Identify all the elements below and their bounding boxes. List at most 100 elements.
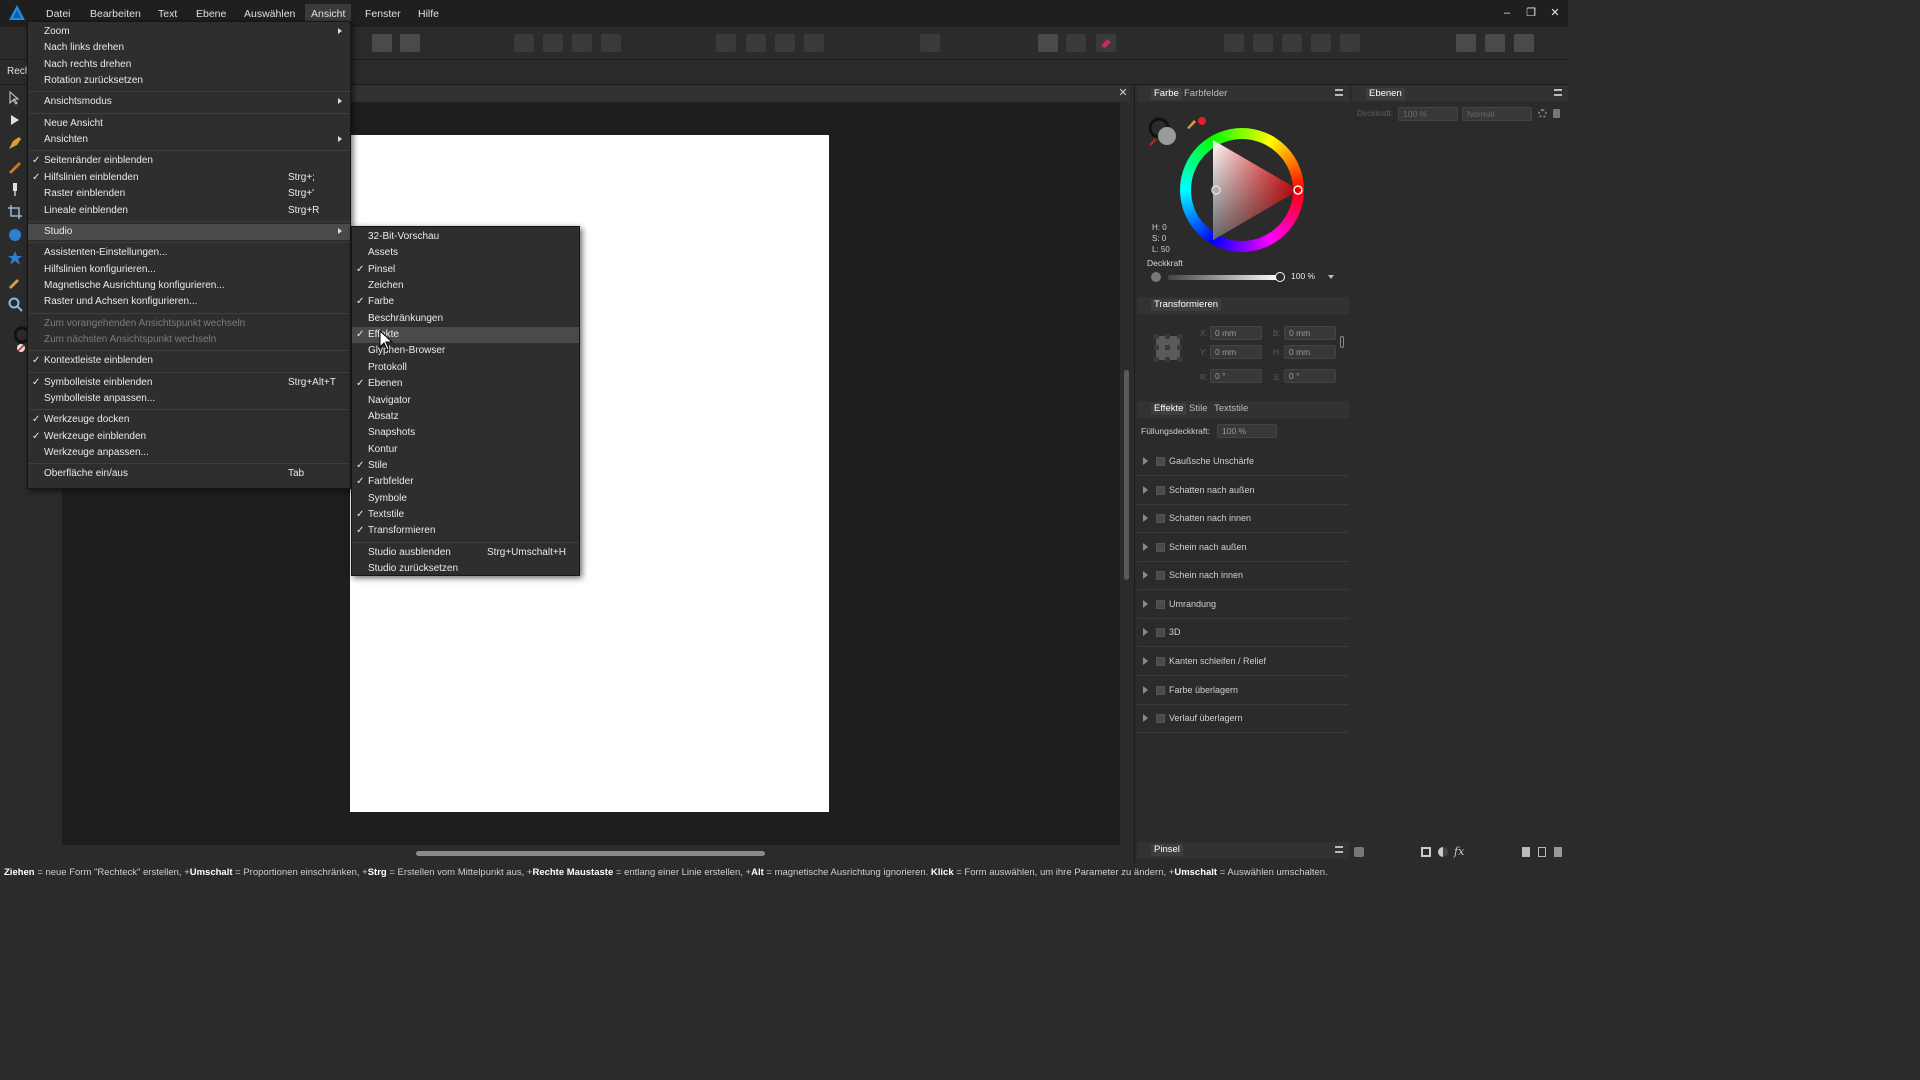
menu-item-zoom[interactable]: Zoom: [28, 24, 350, 40]
toolbar-button[interactable]: [400, 34, 420, 52]
toolbar-button[interactable]: [601, 34, 621, 52]
horizontal-scroll-thumb[interactable]: [416, 851, 765, 856]
x-field[interactable]: 0 mm: [1210, 326, 1262, 340]
studio-item-studio-zuruecksetzen[interactable]: Studio zurücksetzen: [352, 561, 579, 577]
expand-icon[interactable]: [1143, 714, 1148, 722]
expand-icon[interactable]: [1143, 514, 1148, 522]
menu-item-nach-rechts-drehen[interactable]: Nach rechts drehen: [28, 57, 350, 73]
effect-row[interactable]: Umrandung: [1137, 591, 1349, 619]
studio-item-textstile[interactable]: ✓ Textstile: [352, 507, 579, 523]
tab-ebenen[interactable]: Ebenen: [1366, 88, 1405, 100]
menu-bearbeiten[interactable]: Bearbeiten: [84, 7, 147, 21]
zoom-icon[interactable]: [7, 296, 23, 312]
toolbar-button[interactable]: [1340, 34, 1360, 52]
toolbar-button[interactable]: [775, 34, 795, 52]
effect-row[interactable]: Schatten nach innen: [1137, 505, 1349, 533]
expand-icon[interactable]: [1143, 600, 1148, 608]
studio-item-snapshots[interactable]: Snapshots: [352, 425, 579, 441]
magnet-icon[interactable]: [1096, 34, 1116, 52]
studio-item-kontur[interactable]: Kontur: [352, 442, 579, 458]
adjustment-icon[interactable]: [1438, 847, 1448, 857]
gear-icon[interactable]: [1538, 109, 1547, 118]
expand-icon[interactable]: [1143, 657, 1148, 665]
menu-datei[interactable]: Datei: [40, 7, 77, 21]
blend-mode-select[interactable]: Normal: [1462, 107, 1532, 121]
opacity-slider-handle[interactable]: [1275, 272, 1285, 282]
menu-item-studio[interactable]: Studio: [28, 223, 350, 240]
expand-icon[interactable]: [1143, 543, 1148, 551]
trash-icon[interactable]: [1554, 847, 1562, 857]
toolbar-button[interactable]: [1485, 34, 1505, 52]
fx-icon[interactable]: fx: [1454, 845, 1464, 858]
effect-checkbox[interactable]: [1156, 543, 1165, 552]
studio-item-stile[interactable]: ✓ Stile: [352, 458, 579, 474]
eyedropper-icon[interactable]: [7, 273, 23, 289]
tab-stile[interactable]: Stile: [1186, 403, 1210, 415]
effect-checkbox[interactable]: [1156, 657, 1165, 666]
fill-opacity-field[interactable]: 100 %: [1217, 424, 1277, 438]
studio-item-protokoll[interactable]: Protokoll: [352, 360, 579, 376]
studio-item-zeichen[interactable]: Zeichen: [352, 278, 579, 294]
tab-farbfelder[interactable]: Farbfelder: [1181, 88, 1230, 100]
toolbar-button[interactable]: [514, 34, 534, 52]
menu-item-neue-ansicht[interactable]: Neue Ansicht: [28, 116, 350, 132]
tab-transformieren[interactable]: Transformieren: [1151, 299, 1222, 311]
menu-item-ansichtsmodus[interactable]: Ansichtsmodus: [28, 94, 350, 110]
toolbar-button[interactable]: [372, 34, 392, 52]
pencil-icon[interactable]: [7, 158, 23, 174]
effect-row[interactable]: Gaußsche Unschärfe: [1137, 448, 1349, 476]
studio-item-assets[interactable]: Assets: [352, 245, 579, 261]
menu-item-magnetische-ausrichtung-konfigurieren[interactable]: Magnetische Ausrichtung konfigurieren...: [28, 278, 350, 294]
crop-icon[interactable]: [7, 204, 23, 220]
opacity-reset-icon[interactable]: [1151, 272, 1161, 282]
studio-item-studio-ausblenden[interactable]: Studio ausblenden Strg+Umschalt+H: [352, 545, 579, 561]
panel-menu-icon[interactable]: [1335, 89, 1343, 96]
color-picker-icon[interactable]: [1186, 115, 1206, 129]
effect-row[interactable]: 3D: [1137, 619, 1349, 647]
chevron-down-icon[interactable]: [1328, 275, 1334, 279]
menu-item-werkzeuge-einblenden[interactable]: ✓ Werkzeuge einblenden: [28, 429, 350, 445]
menu-item-werkzeuge-docken[interactable]: ✓ Werkzeuge docken: [28, 412, 350, 428]
opacity-slider[interactable]: [1168, 275, 1280, 280]
height-field[interactable]: 0 mm: [1284, 345, 1336, 359]
effect-row[interactable]: Verlauf überlagern: [1137, 705, 1349, 733]
toolbar-button[interactable]: [1456, 34, 1476, 52]
duplicate-layer-icon[interactable]: [1538, 847, 1546, 857]
menu-item-hilfslinien-konfigurieren[interactable]: Hilfslinien konfigurieren...: [28, 262, 350, 278]
studio-item-farbe[interactable]: ✓ Farbe: [352, 294, 579, 310]
menu-item-symbolleiste-einblenden[interactable]: ✓ Symbolleiste einblenden Strg+Alt+T: [28, 375, 350, 391]
toolbar-button[interactable]: [746, 34, 766, 52]
menu-fenster[interactable]: Fenster: [359, 7, 407, 21]
effect-checkbox[interactable]: [1156, 457, 1165, 466]
anchor-point-icon[interactable]: [1152, 332, 1184, 364]
tab-farbe[interactable]: Farbe: [1151, 88, 1182, 100]
menu-item-kontextleiste-einblenden[interactable]: ✓ Kontextleiste einblenden: [28, 353, 350, 369]
add-layer-icon[interactable]: [1522, 847, 1530, 857]
effect-checkbox[interactable]: [1156, 486, 1165, 495]
star-icon[interactable]: [7, 250, 23, 266]
expand-icon[interactable]: [1143, 686, 1148, 694]
tab-effekte[interactable]: Effekte: [1151, 403, 1187, 415]
menu-item-ansichten[interactable]: Ansichten: [28, 132, 350, 148]
effect-checkbox[interactable]: [1156, 571, 1165, 580]
toolbar-button[interactable]: [920, 34, 940, 52]
effect-checkbox[interactable]: [1156, 600, 1165, 609]
effect-row[interactable]: Farbe überlagern: [1137, 677, 1349, 705]
studio-item-farbfelder[interactable]: ✓ Farbfelder: [352, 474, 579, 490]
toolbar-button[interactable]: [1253, 34, 1273, 52]
minimize-icon[interactable]: –: [1500, 6, 1514, 20]
expand-icon[interactable]: [1143, 457, 1148, 465]
tab-textstile[interactable]: Textstile: [1211, 403, 1251, 415]
effect-row[interactable]: Schein nach außen: [1137, 534, 1349, 562]
menu-item-assistenten-einstellungen[interactable]: Assistenten-Einstellungen...: [28, 245, 350, 261]
menu-item-werkzeuge-anpassen[interactable]: Werkzeuge anpassen...: [28, 445, 350, 461]
menu-auswaehlen[interactable]: Auswählen: [238, 7, 301, 21]
layer-opacity-field[interactable]: 100 %: [1398, 107, 1458, 121]
effect-row[interactable]: Schatten nach außen: [1137, 477, 1349, 505]
toolbar-button[interactable]: [572, 34, 592, 52]
effect-row[interactable]: Schein nach innen: [1137, 562, 1349, 590]
menu-item-oberflaeche-ein-aus[interactable]: Oberfläche ein/aus Tab: [28, 466, 350, 482]
menu-text[interactable]: Text: [152, 7, 183, 21]
move-icon[interactable]: [7, 90, 23, 106]
panel-menu-icon[interactable]: [1335, 846, 1343, 853]
